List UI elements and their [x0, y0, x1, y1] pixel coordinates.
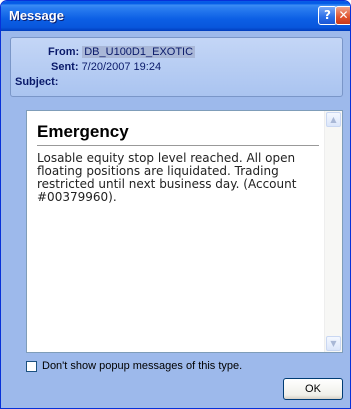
from-row: From: DB_U100D1_EXOTIC — [48, 46, 196, 58]
chevron-up-icon[interactable]: ▲ — [326, 112, 341, 127]
sent-row: Sent: 7/20/2007 19:24 — [51, 61, 161, 73]
from-label: From: — [48, 46, 80, 58]
message-header: From: DB_U100D1_EXOTIC Sent: 7/20/2007 1… — [10, 37, 343, 97]
message-title: Emergency — [37, 122, 129, 141]
chevron-down-icon[interactable]: ▼ — [326, 336, 341, 351]
dont-show-popup-label[interactable]: Don't show popup messages of this type. — [42, 360, 242, 372]
subject-row: Subject: — [15, 76, 58, 88]
subject-label: Subject: — [15, 76, 59, 88]
vertical-scrollbar[interactable]: ▲ ▼ — [324, 111, 342, 352]
message-body-panel[interactable]: Emergency Losable equity stop level reac… — [26, 110, 343, 353]
sent-value: 7/20/2007 19:24 — [81, 61, 162, 73]
close-icon[interactable]: ✕ — [335, 6, 350, 25]
dont-show-popup-checkbox[interactable] — [26, 361, 37, 372]
title-divider — [37, 145, 319, 146]
window-title: Message — [9, 8, 64, 23]
message-dialog: Message ? ✕ From: DB_U100D1_EXOTIC Sent:… — [0, 0, 351, 409]
sent-label: Sent: — [51, 61, 79, 73]
ok-button[interactable]: OK — [283, 378, 343, 400]
title-bar[interactable]: Message ? ✕ — [1, 1, 350, 31]
from-value: DB_U100D1_EXOTIC — [82, 46, 196, 58]
message-body: Losable equity stop level reached. All o… — [37, 151, 297, 204]
